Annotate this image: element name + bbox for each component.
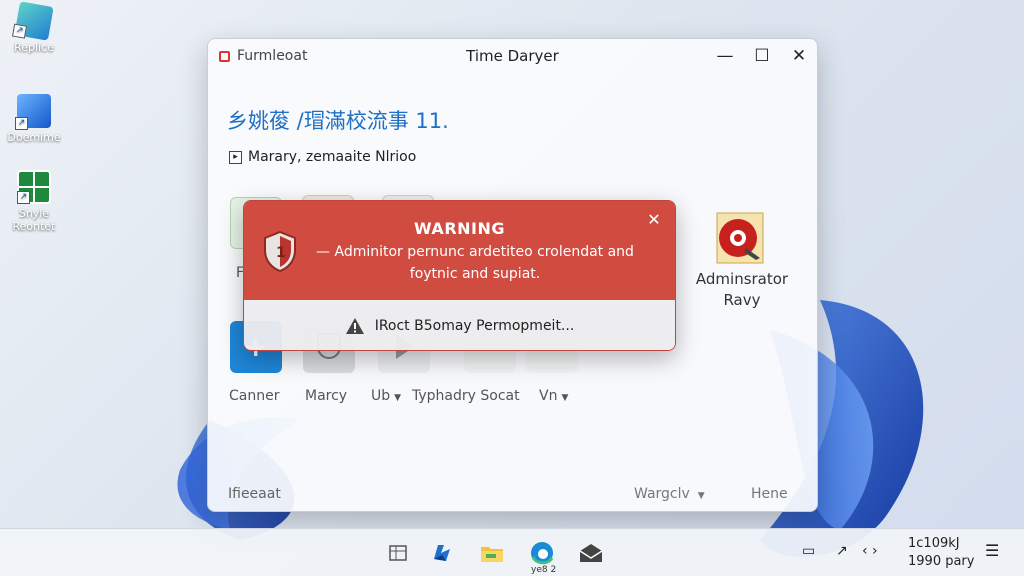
warning-action-button[interactable]: IRoct B5omay Permopmeit... — [244, 300, 675, 350]
blue-box-icon: ↗ — [15, 94, 51, 130]
chevron-down-icon: ▼ — [561, 393, 569, 403]
cursor-icon: ▸ — [229, 150, 242, 164]
widgets-icon[interactable] — [384, 539, 412, 567]
dropdown-label: Ub — [371, 388, 391, 404]
tile-label-marcy: Marcy — [305, 388, 348, 404]
edge-icon[interactable] — [528, 539, 556, 567]
mail-icon[interactable] — [577, 539, 605, 567]
file-explorer-icon[interactable] — [478, 539, 506, 567]
warning-close-button[interactable]: ✕ — [643, 209, 665, 231]
minimize-button[interactable]: — — [708, 43, 742, 69]
green-grid-icon: ↗ — [17, 170, 51, 204]
svg-text:1: 1 — [276, 245, 286, 261]
dropdown-label: Vn — [539, 388, 558, 404]
footer-dropdown[interactable]: Wargclv ▼ — [634, 486, 705, 502]
page-headline: 乡姚葰 /瑁滿校流事 11. — [227, 109, 449, 133]
admin-item-label[interactable]: Adminsrator Ravy — [690, 269, 794, 311]
tile-label-ub[interactable]: Ub ▼ — [371, 388, 401, 404]
maximize-button[interactable]: ☐ — [745, 43, 779, 69]
wifi-icon[interactable]: ↗ — [836, 543, 848, 559]
clock-date: 1990 pary — [908, 554, 975, 569]
close-button[interactable]: ✕ — [782, 43, 816, 69]
admin-item-label-line1: Adminsrator — [695, 270, 789, 288]
footer-dropdown-label: Wargclv — [634, 486, 690, 502]
admin-item-label-line2: Ravy — [723, 291, 761, 309]
admin-item-icon[interactable] — [716, 212, 764, 264]
desktop-icon-label: Replice — [14, 41, 54, 54]
red-disc-icon — [716, 212, 764, 264]
desktop-icon-label: Snyle Reontet — [12, 207, 56, 233]
warning-triangle-icon — [345, 317, 364, 334]
desktop-icon-label: Doemime — [7, 131, 61, 144]
copilot-icon[interactable] — [428, 539, 456, 567]
battery-icon[interactable]: ▭ — [802, 543, 815, 559]
volume-icon[interactable]: ‹ › — [862, 543, 878, 559]
title-bar[interactable]: Furmleoat Time Daryer — ☐ ✕ — [208, 39, 817, 73]
tile-label-vn[interactable]: Vn ▼ — [539, 388, 568, 404]
app-icon — [219, 50, 230, 62]
notifications-icon[interactable]: ☰ — [985, 541, 999, 560]
desktop-icon-replice[interactable]: ↗ Replice — [2, 1, 66, 54]
warning-action-label: IRoct B5omay Permopmeit... — [374, 317, 575, 334]
taskbar-app-caption: ye8 2 — [531, 565, 557, 575]
chevron-down-icon: ▼ — [697, 491, 705, 501]
desktop-icon-doemime[interactable]: ↗ Doemime — [2, 94, 66, 144]
chevron-down-icon: ▼ — [394, 393, 402, 403]
warning-title: WARNING — [414, 219, 505, 238]
subheading: ▸ Marary, zemaaite Nlrioo — [229, 149, 416, 165]
app-name: Furmleoat — [237, 48, 308, 64]
footer-home-link[interactable]: Hene — [751, 486, 788, 502]
warning-banner: 1 WARNING — Adminitor pernunc ardetiteo … — [244, 201, 675, 300]
subheading-text: Marary, zemaaite Nlrioo — [248, 149, 417, 165]
warning-message: — Adminitor pernunc ardetiteo crolendat … — [316, 244, 634, 282]
tile-label-tyohadry: Typhadry Socat — [412, 388, 520, 404]
desktop-icon-snyle-reontet[interactable]: ↗ Snyle Reontet — [2, 170, 66, 233]
clock-time: 1c109kJ — [908, 536, 960, 551]
taskbar: ye8 2 ▭ ↗ ‹ › 1c109kJ 1990 pary ☰ — [0, 528, 1024, 576]
tile-label-canner: Canner — [229, 388, 280, 404]
footer-left-label: Ifieeaat — [228, 486, 281, 502]
warning-dialog: 1 WARNING — Adminitor pernunc ardetiteo … — [243, 200, 676, 351]
clock[interactable]: 1c109kJ 1990 pary — [908, 535, 974, 571]
teal-cube-icon: ↗ — [11, 1, 54, 41]
